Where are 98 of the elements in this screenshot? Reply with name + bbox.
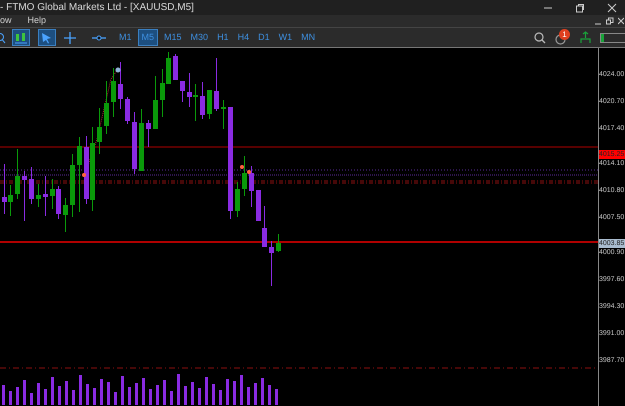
timeframe-button[interactable]: MN xyxy=(298,29,318,46)
restore-icon[interactable] xyxy=(575,2,585,12)
volume-bar xyxy=(205,377,208,405)
chat-icon[interactable] xyxy=(555,34,566,44)
volume-bar xyxy=(219,390,222,405)
timeframe-button[interactable]: H1 xyxy=(214,29,232,46)
volume-bar xyxy=(72,390,75,405)
volume-bar xyxy=(93,388,96,405)
volume-bar xyxy=(58,386,61,405)
volume-bar xyxy=(2,385,5,405)
volume-bar xyxy=(128,387,131,405)
tool-button[interactable] xyxy=(61,29,79,46)
volume-bar xyxy=(275,389,278,405)
candle xyxy=(104,80,109,134)
candle xyxy=(180,80,185,102)
volume-bar xyxy=(247,387,250,405)
volume-bar xyxy=(65,381,68,405)
trade-marker xyxy=(240,165,244,169)
menu-item[interactable]: Help xyxy=(20,14,54,28)
timeframe-button[interactable]: W1 xyxy=(276,29,296,46)
volume-bar xyxy=(51,377,54,405)
volume-bar xyxy=(156,385,159,405)
volume-bar xyxy=(184,386,187,405)
candle xyxy=(63,198,68,232)
volume-bar xyxy=(44,389,47,405)
menu-item[interactable]: ow xyxy=(0,14,20,28)
volume-bar xyxy=(268,385,271,405)
candle xyxy=(132,112,137,174)
timeframe-button[interactable]: M15 xyxy=(161,29,185,46)
timeframe-button[interactable]: M5 xyxy=(138,29,158,46)
timeframe-button[interactable]: D1 xyxy=(255,29,273,46)
candles-icon xyxy=(14,30,28,44)
trade-marker xyxy=(116,68,120,72)
volume-bar xyxy=(114,392,117,405)
candle xyxy=(118,62,123,110)
volume-bar xyxy=(240,375,243,405)
candle xyxy=(221,100,226,130)
volume-bar xyxy=(135,383,138,405)
crosshair-icon xyxy=(63,30,77,44)
volume-bar xyxy=(37,383,40,405)
volume-bar xyxy=(233,381,236,405)
candle xyxy=(269,240,274,286)
candle xyxy=(214,58,219,112)
volume-bar xyxy=(79,375,82,405)
close-icon[interactable] xyxy=(607,2,617,12)
candle xyxy=(207,90,212,120)
candle xyxy=(153,76,158,130)
volume-bar xyxy=(254,383,257,405)
candle xyxy=(146,120,151,148)
candle xyxy=(15,148,20,200)
trade-marker xyxy=(247,170,251,174)
trade-marker xyxy=(82,173,86,177)
timeframe-button[interactable]: M30 xyxy=(188,29,212,46)
window-title: - FTMO Global Markets Ltd - [XAUUSD,M5] xyxy=(0,1,194,15)
volume-bar xyxy=(142,378,145,405)
candle xyxy=(36,184,41,208)
candle xyxy=(139,108,144,172)
timeframe-button[interactable]: M1 xyxy=(116,29,135,46)
volume-bar xyxy=(30,393,33,405)
volume-bar xyxy=(170,391,173,405)
volume-bar xyxy=(149,389,152,405)
volume-bar xyxy=(16,387,19,405)
volume-bar xyxy=(163,380,166,405)
candle xyxy=(22,170,27,222)
zoom-icon[interactable] xyxy=(0,32,6,44)
candle xyxy=(173,54,178,80)
close-icon[interactable] xyxy=(618,17,624,25)
candle xyxy=(29,166,34,204)
volume-bar xyxy=(261,378,264,405)
signal-icon[interactable] xyxy=(580,31,591,44)
notification-badge: 1 xyxy=(559,28,570,40)
volume-bar xyxy=(107,382,110,405)
candle xyxy=(242,156,247,196)
volume-bar xyxy=(212,384,215,405)
battery-icon xyxy=(600,32,625,42)
candle xyxy=(235,182,240,218)
volume-bar xyxy=(121,376,124,405)
candle xyxy=(111,68,116,118)
candle xyxy=(276,234,281,252)
volume-bar xyxy=(191,382,194,405)
timeframe-button[interactable]: H4 xyxy=(234,29,252,46)
restore-icon[interactable] xyxy=(606,17,614,25)
tool-button[interactable] xyxy=(38,29,56,46)
tool-button[interactable] xyxy=(12,29,30,46)
candle xyxy=(125,96,130,124)
volume-bar xyxy=(100,379,103,405)
volume-bar xyxy=(86,384,89,405)
volume-bar xyxy=(177,374,180,405)
candle xyxy=(97,108,102,154)
volume-bar xyxy=(226,379,229,405)
volume-bar xyxy=(23,380,26,405)
candle xyxy=(249,166,254,208)
candle xyxy=(70,154,75,218)
volume-bar xyxy=(9,391,12,405)
candle xyxy=(200,82,205,120)
candle xyxy=(43,176,48,216)
search-icon[interactable] xyxy=(534,32,546,44)
volume-bar xyxy=(198,388,201,405)
